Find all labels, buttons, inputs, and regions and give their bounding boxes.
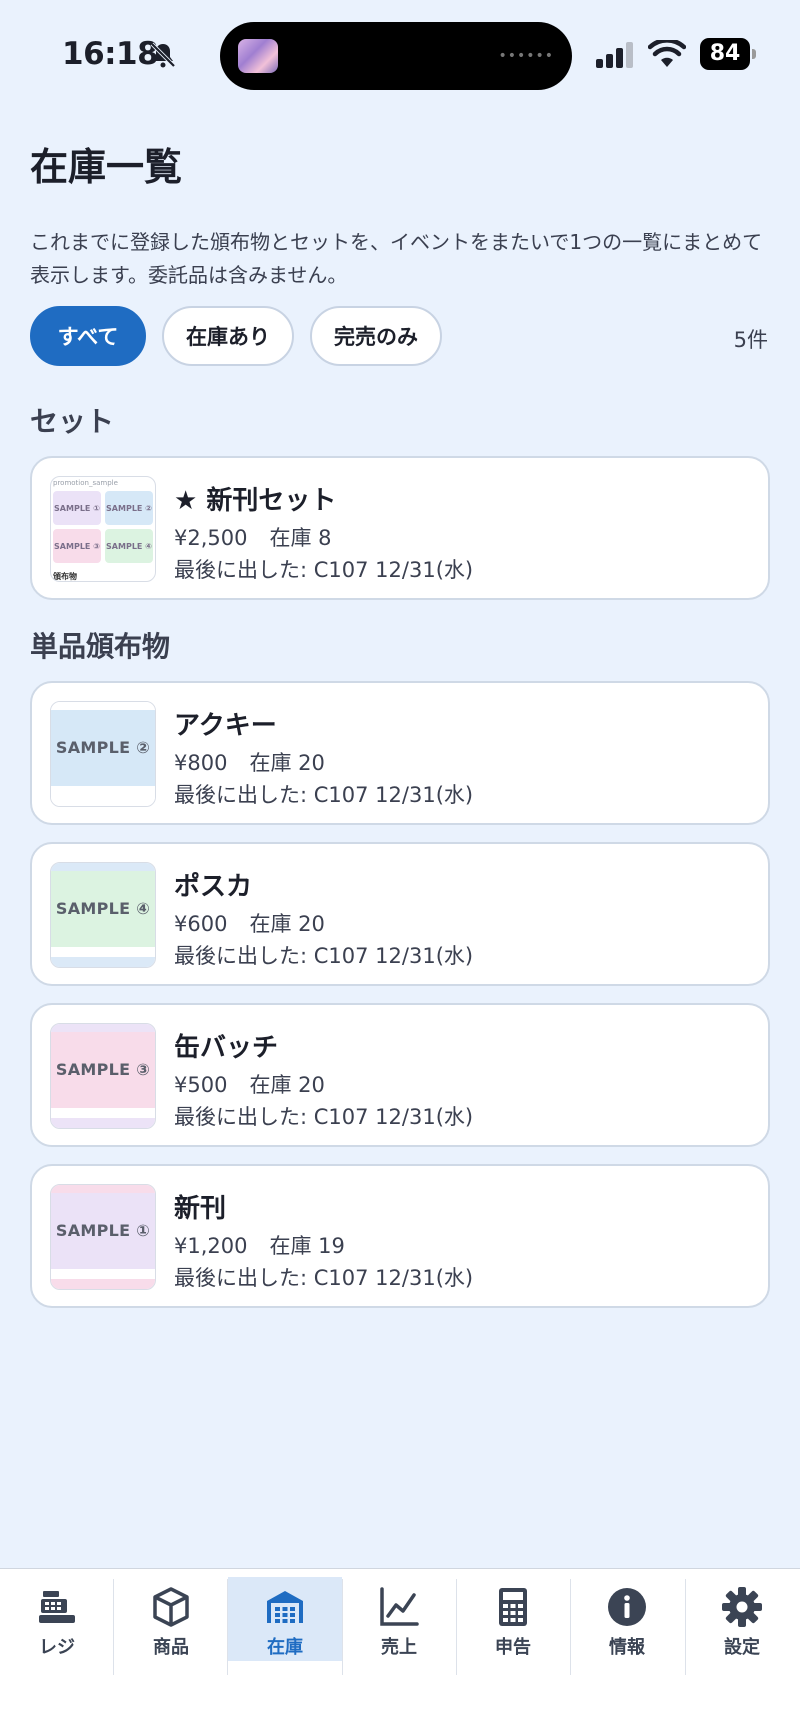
bottom-navigation: レジ 商品 在庫 売上 申告 情報 設定 — [0, 1568, 800, 1734]
thumb-label: SAMPLE ③ — [55, 1060, 151, 1079]
nav-item-info[interactable]: 情報 — [570, 1577, 684, 1661]
item-thumbnail: SAMPLE ① — [50, 1184, 156, 1290]
item-price-stock: ¥500 在庫 20 — [174, 1069, 325, 1099]
thumb-stripe — [51, 1024, 155, 1032]
item-thumbnail: SAMPLE ③ — [50, 1023, 156, 1129]
thumb-label: SAMPLE ① — [55, 1221, 151, 1240]
item-card[interactable]: SAMPLE ① 新刊 ¥1,200 在庫 19 最後に出した: C107 12/31(… — [30, 1164, 770, 1308]
set-price-stock: ¥2,500 在庫 8 — [174, 522, 332, 552]
set-thumb-cell: SAMPLE ① — [53, 491, 101, 525]
filter-all-chip[interactable]: すべて — [30, 306, 146, 366]
thumb-label: SAMPLE ④ — [55, 899, 151, 918]
item-price: ¥800 — [174, 751, 228, 775]
item-price-stock: ¥800 在庫 20 — [174, 747, 325, 777]
item-stock: 在庫 19 — [269, 1234, 345, 1258]
set-price: ¥2,500 — [174, 526, 248, 550]
set-thumbnail: promotion_sample SAMPLE ① SAMPLE ② SAMPL… — [50, 476, 156, 582]
item-stock: 在庫 20 — [249, 912, 325, 936]
nav-label: 商品 — [153, 1637, 189, 1658]
set-stock: 在庫 8 — [269, 526, 332, 550]
nav-label: 設定 — [724, 1637, 760, 1658]
item-price-stock: ¥600 在庫 20 — [174, 908, 325, 938]
item-price-stock: ¥1,200 在庫 19 — [174, 1230, 345, 1260]
thumb-stripe — [51, 957, 155, 967]
gear-icon — [722, 1587, 762, 1627]
filter-chips: すべて 在庫あり 完売のみ — [30, 306, 442, 366]
chart-icon — [380, 1587, 419, 1626]
thumb-stripe — [51, 796, 155, 806]
item-name: ポスカ — [174, 872, 253, 902]
item-stock: 在庫 20 — [249, 1073, 325, 1097]
thumb-stripe — [51, 702, 155, 710]
set-last-event: 最後に出した: C107 12/31(水) — [174, 558, 474, 582]
set-thumb-caption: promotion_sample — [53, 479, 118, 487]
battery-tip — [752, 49, 756, 59]
set-thumb-cell: SAMPLE ③ — [53, 529, 101, 563]
set-name: ★ 新刊セット — [174, 486, 337, 516]
set-card[interactable]: promotion_sample SAMPLE ① SAMPLE ② SAMPL… — [30, 456, 770, 600]
nav-label: 売上 — [381, 1637, 417, 1658]
nav-item-inventory[interactable]: 在庫 — [228, 1577, 342, 1661]
audio-wave-icon: •••••• — [498, 48, 554, 64]
section-title-singles: 単品頒布物 — [30, 630, 171, 663]
battery-level: 84 — [700, 38, 750, 70]
now-playing-artwork — [238, 39, 278, 73]
nav-item-register[interactable]: レジ — [0, 1577, 114, 1661]
cellular-signal-icon — [596, 42, 633, 68]
box-icon — [153, 1587, 189, 1627]
thumb-stripe — [51, 863, 155, 871]
nav-item-settings[interactable]: 設定 — [685, 1577, 799, 1661]
set-thumb-footer: 頒布物 — [53, 572, 77, 581]
set-thumb-cell: SAMPLE ② — [105, 491, 153, 525]
item-count: 5件 — [733, 328, 768, 352]
nav-label: レジ — [39, 1637, 75, 1658]
item-name: 新刊 — [174, 1194, 227, 1224]
wifi-icon — [648, 40, 686, 67]
item-price: ¥500 — [174, 1073, 228, 1097]
warehouse-icon — [267, 1591, 303, 1623]
item-thumbnail: SAMPLE ④ — [50, 862, 156, 968]
item-price: ¥1,200 — [174, 1234, 248, 1258]
nav-label: 申告 — [495, 1637, 531, 1658]
item-thumbnail: SAMPLE ② — [50, 701, 156, 807]
set-thumb-cell: SAMPLE ④ — [105, 529, 153, 563]
nav-item-sales[interactable]: 売上 — [342, 1577, 456, 1661]
battery-indicator: 84 — [700, 38, 756, 70]
nav-label: 情報 — [609, 1637, 645, 1658]
filter-sold-out-chip[interactable]: 完売のみ — [310, 306, 442, 366]
page-title: 在庫一覧 — [30, 145, 183, 189]
item-last-event: 最後に出した: C107 12/31(水) — [174, 944, 474, 968]
status-bar: 16:18 •••••• 84 — [0, 0, 800, 110]
thumb-stripe — [51, 1185, 155, 1193]
item-price: ¥600 — [174, 912, 228, 936]
item-stock: 在庫 20 — [249, 751, 325, 775]
section-title-sets: セット — [30, 405, 115, 438]
item-name: 缶バッチ — [174, 1033, 279, 1063]
status-time: 16:18 — [62, 36, 159, 72]
register-icon — [39, 1591, 75, 1623]
page-description: これまでに登録した頒布物とセットを、イベントをまたいで1つの一覧にまとめて表示し… — [30, 230, 763, 287]
thumb-label: SAMPLE ② — [55, 738, 151, 757]
nav-label: 在庫 — [267, 1637, 303, 1658]
item-last-event: 最後に出した: C107 12/31(水) — [174, 1266, 474, 1290]
info-icon — [608, 1588, 646, 1626]
bell-muted-icon — [150, 42, 176, 68]
nav-item-products[interactable]: 商品 — [114, 1577, 228, 1661]
item-card[interactable]: SAMPLE ② アクキー ¥800 在庫 20 最後に出した: C107 12/31(… — [30, 681, 770, 825]
item-card[interactable]: SAMPLE ③ 缶バッチ ¥500 在庫 20 最後に出した: C107 12/31(… — [30, 1003, 770, 1147]
calculator-icon — [499, 1588, 527, 1626]
nav-item-declaration[interactable]: 申告 — [456, 1577, 570, 1661]
filter-in-stock-chip[interactable]: 在庫あり — [162, 306, 294, 366]
item-last-event: 最後に出した: C107 12/31(水) — [174, 1105, 474, 1129]
item-card[interactable]: SAMPLE ④ ポスカ ¥600 在庫 20 最後に出した: C107 12/31(水… — [30, 842, 770, 986]
item-last-event: 最後に出した: C107 12/31(水) — [174, 783, 474, 807]
item-name: アクキー — [174, 711, 277, 741]
thumb-stripe — [51, 1118, 155, 1128]
dynamic-island: •••••• — [220, 22, 572, 90]
thumb-stripe — [51, 1279, 155, 1289]
